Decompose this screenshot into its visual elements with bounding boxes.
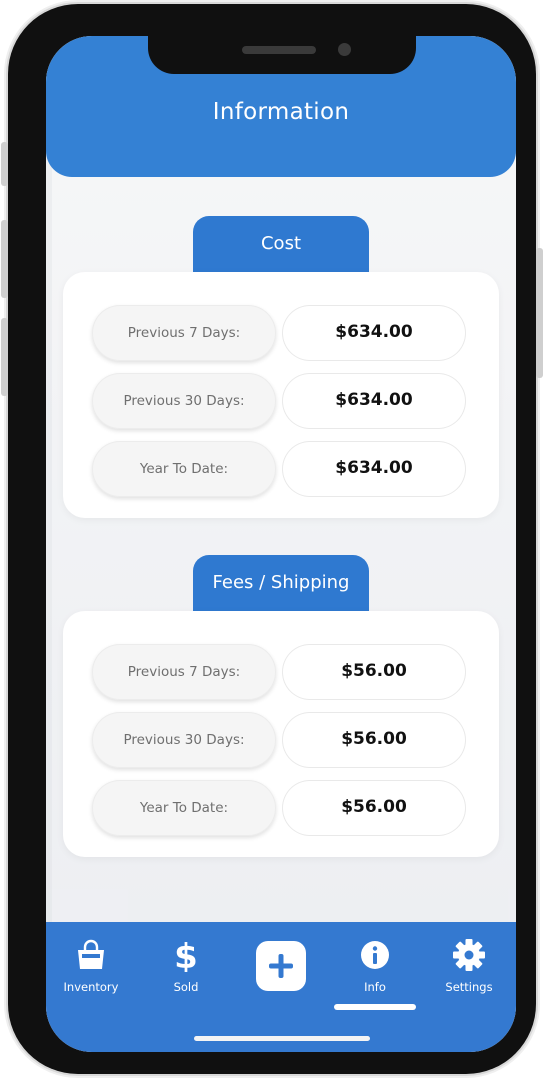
row-value: $56.00 xyxy=(282,780,466,836)
row-value: $634.00 xyxy=(282,373,466,429)
row-value: $56.00 xyxy=(282,644,466,700)
background-image xyxy=(46,36,516,1052)
nav-label-settings: Settings xyxy=(445,980,493,994)
fees-section-title: Fees / Shipping xyxy=(193,555,369,611)
mute-switch xyxy=(1,142,8,186)
row-label: Previous 30 Days: xyxy=(92,712,276,768)
power-button xyxy=(536,248,543,378)
dollar-icon: $ xyxy=(174,938,198,972)
row-value: $634.00 xyxy=(282,305,466,361)
device-notch xyxy=(148,36,416,74)
cost-row-7-days: Previous 7 Days: $634.00 xyxy=(92,305,468,361)
gear-icon xyxy=(453,939,485,971)
fees-row-ytd: Year To Date: $56.00 xyxy=(92,780,468,836)
row-label: Previous 7 Days: xyxy=(92,305,276,361)
row-label: Year To Date: xyxy=(92,441,276,497)
home-indicator[interactable] xyxy=(194,1036,370,1041)
phone-frame: Information Cost Previous 7 Days: $634.0… xyxy=(1,4,543,1074)
fees-row-7-days: Previous 7 Days: $56.00 xyxy=(92,644,468,700)
row-label: Year To Date: xyxy=(92,780,276,836)
cost-row-ytd: Year To Date: $634.00 xyxy=(92,441,468,497)
active-tab-indicator xyxy=(334,1004,416,1010)
shopping-bag-icon xyxy=(78,939,104,969)
bottom-nav-bar: Inventory $ Sold Info Settings xyxy=(46,922,516,1052)
volume-down-button xyxy=(1,318,8,396)
app-screen: Information Cost Previous 7 Days: $634.0… xyxy=(46,36,516,1052)
cost-card: Previous 7 Days: $634.00 Previous 30 Day… xyxy=(63,272,499,518)
fees-card: Previous 7 Days: $56.00 Previous 30 Days… xyxy=(63,611,499,857)
nav-label-info: Info xyxy=(364,980,386,994)
row-value: $634.00 xyxy=(282,441,466,497)
fees-row-30-days: Previous 30 Days: $56.00 xyxy=(92,712,468,768)
cost-row-30-days: Previous 30 Days: $634.00 xyxy=(92,373,468,429)
cost-section-title: Cost xyxy=(193,216,369,272)
front-camera xyxy=(338,43,351,56)
page-title: Information xyxy=(212,99,350,125)
svg-text:$: $ xyxy=(174,938,198,972)
row-label: Previous 30 Days: xyxy=(92,373,276,429)
nav-inventory[interactable]: Inventory xyxy=(46,938,136,994)
row-label: Previous 7 Days: xyxy=(92,644,276,700)
info-icon xyxy=(361,941,389,969)
nav-label-inventory: Inventory xyxy=(63,980,119,994)
volume-up-button xyxy=(1,220,8,298)
add-item-button[interactable] xyxy=(256,941,306,991)
nav-info[interactable]: Info xyxy=(330,938,420,994)
nav-label-sold: Sold xyxy=(173,980,199,994)
nav-settings[interactable]: Settings xyxy=(424,938,514,994)
speaker xyxy=(242,46,316,54)
row-value: $56.00 xyxy=(282,712,466,768)
plus-icon xyxy=(269,954,293,978)
nav-sold[interactable]: $ Sold xyxy=(141,938,231,994)
